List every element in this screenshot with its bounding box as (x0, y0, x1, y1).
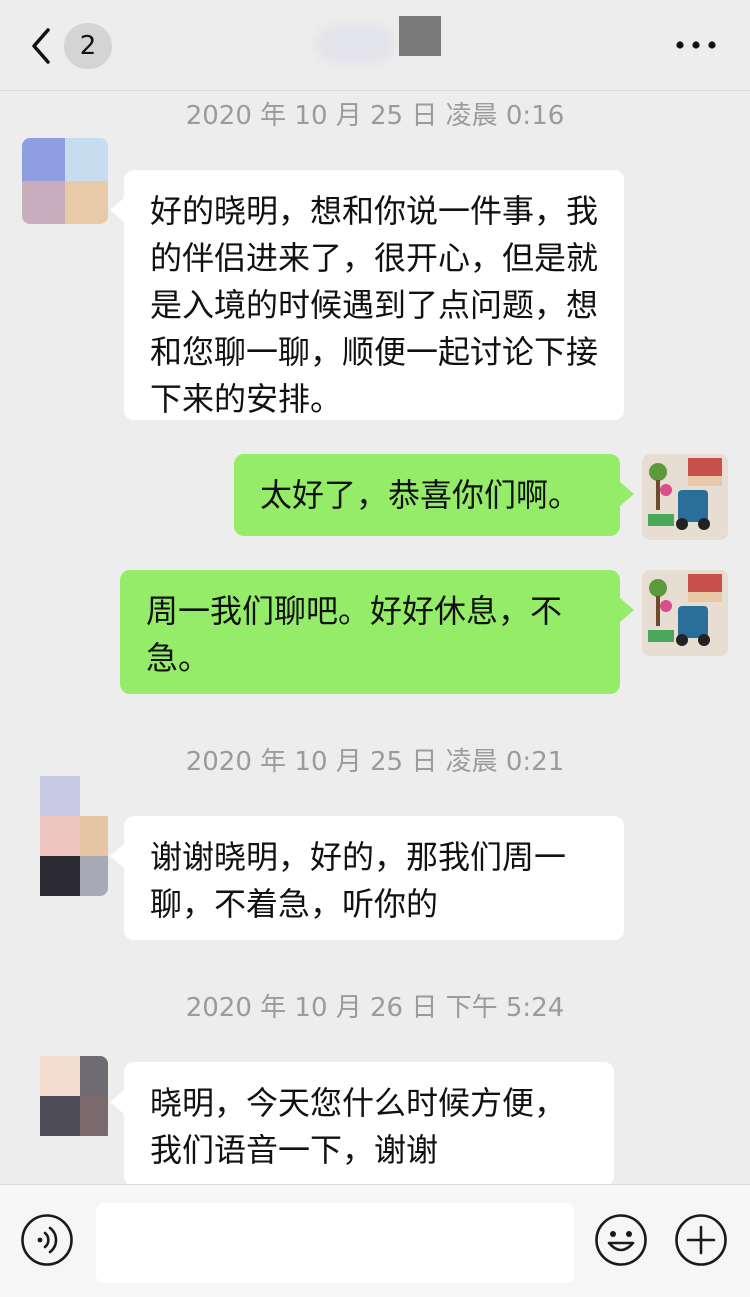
more-functions-button[interactable] (674, 1213, 728, 1267)
timestamp: 2020 年 10 月 26 日 下午 5:24 (185, 993, 565, 1023)
message-bubble-outgoing[interactable]: 周一我们聊吧。好好休息，不急。 (120, 570, 634, 694)
avatar-contact[interactable] (22, 138, 108, 224)
timestamp: 2020 年 10 月 25 日 凌晨 0:21 (185, 747, 565, 777)
unread-count-badge[interactable]: 2 (64, 23, 112, 69)
message-bubble-outgoing[interactable]: 太好了，恭喜你们啊。 (234, 454, 634, 536)
plus-icon (675, 1214, 727, 1266)
message-bubble-incoming[interactable]: 谢谢晓明，好的，那我们周一聊，不着急，听你的 (110, 816, 624, 940)
avatar-self[interactable] (642, 454, 728, 540)
toy-figure-avatar-image (642, 570, 728, 656)
more-dots-icon (676, 41, 716, 49)
back-button[interactable] (28, 26, 58, 66)
timestamp: 2020 年 10 月 25 日 凌晨 0:16 (185, 101, 565, 131)
more-button[interactable] (672, 30, 720, 60)
avatar-self[interactable] (642, 570, 728, 656)
message-bubble-incoming[interactable]: 晓明，今天您什么时候方便，我们语音一下，谢谢 (110, 1062, 614, 1186)
input-bar (0, 1184, 750, 1297)
voice-button[interactable] (20, 1213, 74, 1267)
message-input[interactable] (96, 1203, 574, 1283)
contact-name-redacted (315, 14, 445, 64)
toy-figure-avatar-image (642, 454, 728, 540)
emoji-icon (595, 1214, 647, 1266)
chevron-left-icon (32, 28, 50, 64)
avatar-contact[interactable] (22, 1056, 108, 1142)
emoji-button[interactable] (594, 1213, 648, 1267)
avatar-contact[interactable] (22, 776, 108, 896)
message-bubble-incoming[interactable]: 好的晓明，想和你说一件事，我的伴侣进来了，很开心，但是就是入境的时候遇到了点问题… (110, 170, 624, 420)
voice-icon (21, 1214, 73, 1266)
chat-header: 2 (0, 0, 750, 91)
